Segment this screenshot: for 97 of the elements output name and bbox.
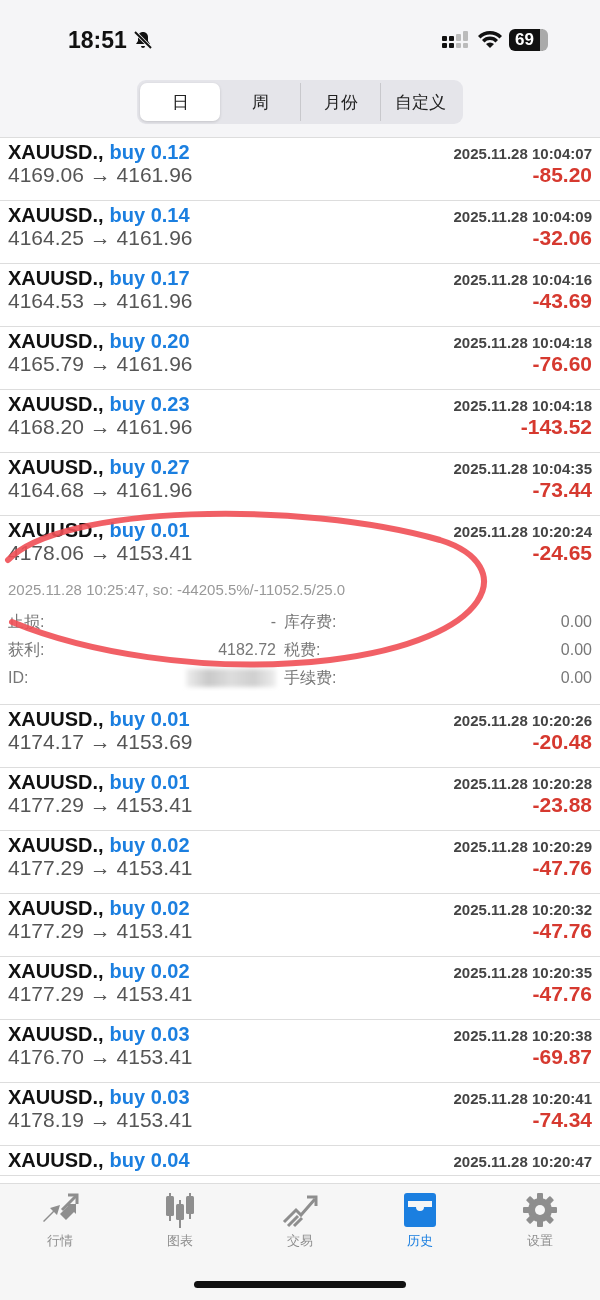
period-tab[interactable]: 周 [220, 83, 300, 121]
trade-volume: buy 0.17 [109, 267, 190, 290]
trade-time: 2025.11.28 10:20:32 [453, 901, 592, 918]
trade-time: 2025.11.28 10:20:38 [453, 1027, 592, 1044]
trade-profit: -23.88 [532, 793, 592, 817]
trade-time: 2025.11.28 10:20:35 [453, 964, 592, 981]
trade-prices: 4177.29 → 4153.41 [8, 919, 193, 943]
trade-volume: buy 0.02 [109, 960, 190, 983]
settings-icon [520, 1192, 560, 1228]
trade-symbol: XAUUSD., [8, 771, 104, 794]
trade-profit: -20.48 [532, 730, 592, 754]
nav-tab[interactable]: 历史 [360, 1192, 480, 1250]
trade-symbol: XAUUSD., [8, 267, 104, 290]
trade-volume: buy 0.23 [109, 393, 190, 416]
trade-volume: buy 0.20 [109, 330, 190, 353]
trade-prices: 4176.70 → 4153.41 [8, 1045, 193, 1069]
trade-time: 2025.11.28 10:20:47 [453, 1153, 592, 1170]
detail-label: 税费: [284, 639, 322, 660]
detail-value: - [270, 613, 276, 631]
trade-prices: 4164.68 → 4161.96 [8, 478, 193, 502]
wifi-icon [477, 30, 504, 50]
detail-value: 4182.72 [218, 641, 276, 659]
trade-time: 2025.11.28 10:20:41 [453, 1090, 592, 1107]
trade-symbol: XAUUSD., [8, 456, 104, 479]
trade-time: 2025.11.28 10:04:09 [453, 208, 592, 225]
trade-prices: 4165.79 → 4161.96 [8, 352, 193, 376]
detail-label: 库存费: [284, 611, 338, 632]
trade-volume: buy 0.04 [109, 1149, 190, 1172]
bell-slash-icon [132, 30, 153, 50]
trade-prices: 4169.06 → 4161.96 [8, 163, 193, 187]
trade-time: 2025.11.28 10:20:26 [453, 712, 592, 729]
period-tab[interactable]: 日 [140, 83, 220, 121]
trade-profit: -47.76 [532, 982, 592, 1006]
trade-prices: 4177.29 → 4153.41 [8, 793, 193, 817]
trade-symbol: XAUUSD., [8, 834, 104, 857]
trade-volume: buy 0.01 [109, 519, 190, 542]
trade-profit: -47.76 [532, 856, 592, 880]
trade-volume: buy 0.02 [109, 834, 190, 857]
nav-tab[interactable]: 行情 [0, 1192, 120, 1250]
trade-profit: -69.87 [532, 1045, 592, 1069]
trade-symbol: XAUUSD., [8, 141, 104, 164]
trade-prices: 4168.20 → 4161.96 [8, 415, 193, 439]
nav-tab[interactable]: 交易 [240, 1192, 360, 1250]
trade-time: 2025.11.28 10:04:07 [453, 145, 592, 162]
period-tab[interactable]: 月份 [300, 83, 380, 121]
trade-symbol: XAUUSD., [8, 204, 104, 227]
trade-prices: 4174.17 → 4153.69 [8, 730, 193, 754]
trade-time: 2025.11.28 10:20:28 [453, 775, 592, 792]
trade-profit: -73.44 [532, 478, 592, 502]
trade-volume: buy 0.02 [109, 897, 190, 920]
nav-tab[interactable]: 设置 [480, 1192, 600, 1250]
trade-volume: buy 0.01 [109, 708, 190, 731]
detail-value: 0.00 [560, 613, 592, 631]
trade-volume: buy 0.14 [109, 204, 190, 227]
trade-prices: 4178.19 → 4153.41 [8, 1108, 193, 1132]
trade-comment: 2025.11.28 10:25:47, so: -44205.5%/-11052.5/25.0 [8, 580, 347, 600]
trade-profit: -76.60 [532, 352, 592, 376]
trade-prices: 4164.25 → 4161.96 [8, 226, 193, 250]
trade-symbol: XAUUSD., [8, 1023, 104, 1046]
trade-symbol: XAUUSD., [8, 393, 104, 416]
nav-tab[interactable]: 图表 [120, 1192, 240, 1250]
detail-value: 0.00 [560, 641, 592, 659]
trade-volume: buy 0.27 [109, 456, 190, 479]
trade-profit: -85.20 [532, 163, 592, 187]
trade-profit: -47.76 [532, 919, 592, 943]
trade-volume: buy 0.03 [109, 1086, 190, 1109]
trade-symbol: XAUUSD., [8, 960, 104, 983]
battery-icon: 69 [509, 29, 548, 51]
trade-time: 2025.11.28 10:20:24 [453, 523, 592, 540]
trade-symbol: XAUUSD., [8, 897, 104, 920]
detail-label: ID: [8, 669, 30, 687]
trade-prices: 4177.29 → 4153.41 [8, 982, 193, 1006]
trade-volume: buy 0.12 [109, 141, 190, 164]
trade-volume: buy 0.01 [109, 771, 190, 794]
detail-label: 获利: [8, 639, 46, 660]
detail-label: 手续费: [284, 667, 338, 688]
detail-value: 0.00 [560, 669, 592, 687]
detail-label: 止损: [8, 611, 46, 632]
status-time: 18:51 [68, 26, 127, 54]
trade-time: 2025.11.28 10:04:18 [453, 397, 592, 414]
trade-symbol: XAUUSD., [8, 708, 104, 731]
trade-time: 2025.11.28 10:04:35 [453, 460, 592, 477]
trade-profit: -24.65 [532, 541, 592, 565]
trade-volume: buy 0.03 [109, 1023, 190, 1046]
trade-time: 2025.11.28 10:04:16 [453, 271, 592, 288]
trade-profit: -74.34 [532, 1108, 592, 1132]
trade-profit: -43.69 [532, 289, 592, 313]
trade-prices: 4177.29 → 4153.41 [8, 856, 193, 880]
trade-time: 2025.11.28 10:04:18 [453, 334, 592, 351]
trade-symbol: XAUUSD., [8, 330, 104, 353]
period-tab[interactable]: 自定义 [380, 83, 460, 121]
trade-prices: 4164.53 → 4161.96 [8, 289, 193, 313]
trade-profit: -32.06 [532, 226, 592, 250]
trade-profit: -143.52 [520, 415, 592, 439]
trade-symbol: XAUUSD., [8, 1149, 104, 1172]
trade-time: 2025.11.28 10:20:29 [453, 838, 592, 855]
trade-symbol: XAUUSD., [8, 1086, 104, 1109]
